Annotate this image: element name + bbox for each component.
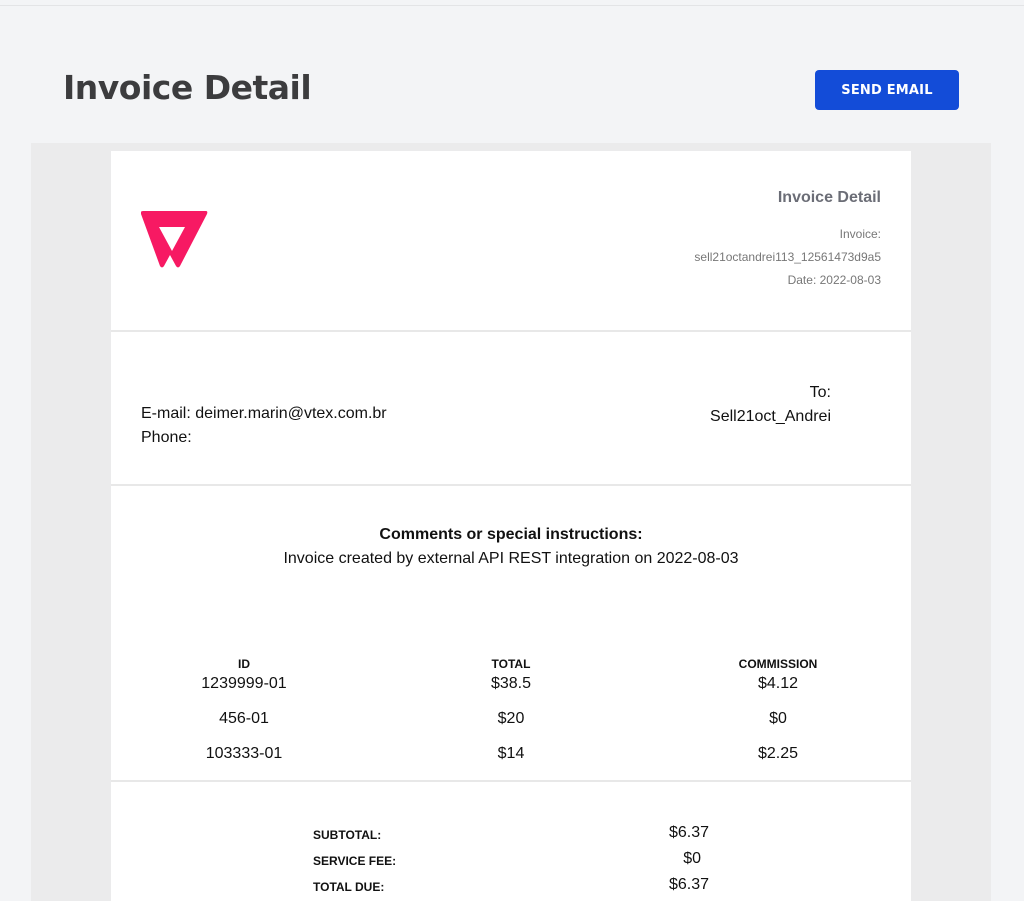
- table-row: 456-01 $20 $0: [111, 710, 911, 745]
- service-fee-value: $0: [683, 850, 701, 867]
- sender-email: E-mail: deimer.marin@vtex.com.br: [141, 405, 387, 422]
- comments-heading: Comments or special instructions:: [379, 526, 643, 543]
- top-divider: [0, 5, 1024, 6]
- totals-section: SUBTOTAL: $6.37 SERVICE FEE: $0 TOTAL DU…: [111, 824, 911, 901]
- row-id: 103333-01: [205, 745, 283, 762]
- recipient-name: Sell21oct_Andrei: [710, 408, 831, 425]
- row-commission: $2.25: [757, 745, 799, 762]
- invoice-title: Invoice Detail: [777, 189, 881, 206]
- subtotal-row: SUBTOTAL: $6.37: [111, 824, 911, 850]
- row-id: 456-01: [219, 710, 269, 727]
- service-fee-row: SERVICE FEE: $0: [111, 850, 911, 876]
- page-title: Invoice Detail: [63, 68, 312, 107]
- row-commission: $4.12: [757, 675, 799, 692]
- row-total: $38.5: [490, 675, 532, 692]
- recipient-block: To: Sell21oct_Andrei: [710, 381, 831, 429]
- recipient-label: To:: [809, 384, 831, 401]
- invoice-document: Invoice Detail Invoice: sell21octandrei1…: [111, 151, 911, 901]
- row-total: $20: [497, 710, 525, 727]
- comments-text: Invoice created by external API REST int…: [283, 550, 739, 567]
- column-header-total: TOTAL: [491, 657, 531, 671]
- table-row: 1239999-01 $38.5 $4.12: [111, 675, 911, 710]
- invoice-label: Invoice:: [839, 227, 881, 241]
- row-total: $14: [497, 745, 525, 762]
- section-divider: [111, 780, 911, 782]
- total-due-label: TOTAL DUE:: [313, 880, 385, 894]
- column-header-commission: COMMISSION: [738, 657, 818, 671]
- row-commission: $0: [769, 710, 787, 727]
- subtotal-label: SUBTOTAL:: [313, 828, 382, 842]
- vtex-logo-icon: [141, 211, 208, 268]
- column-header-id: ID: [238, 657, 250, 671]
- sender-contact: E-mail: deimer.marin@vtex.com.br Phone:: [141, 402, 387, 450]
- section-divider: [111, 484, 911, 486]
- commission-table: ID TOTAL COMMISSION 1239999-01 $38.5 $4.…: [111, 654, 911, 780]
- subtotal-value: $6.37: [668, 824, 709, 841]
- comments-section: Comments or special instructions: Invoic…: [111, 523, 911, 571]
- table-header: ID TOTAL COMMISSION: [111, 654, 911, 675]
- table-row: 103333-01 $14 $2.25: [111, 745, 911, 780]
- total-due-value: $6.37: [668, 876, 709, 893]
- invoice-date: Date: 2022-08-03: [787, 273, 881, 287]
- invoice-header-info: Invoice Detail Invoice: sell21octandrei1…: [694, 189, 881, 287]
- row-id: 1239999-01: [201, 675, 287, 692]
- send-email-button[interactable]: SEND EMAIL: [815, 70, 959, 110]
- sender-phone: Phone:: [141, 429, 192, 446]
- section-divider: [111, 330, 911, 332]
- total-due-row: TOTAL DUE: $6.37: [111, 876, 911, 901]
- invoice-number: sell21octandrei113_12561473d9a5: [694, 250, 881, 264]
- service-fee-label: SERVICE FEE:: [313, 854, 397, 868]
